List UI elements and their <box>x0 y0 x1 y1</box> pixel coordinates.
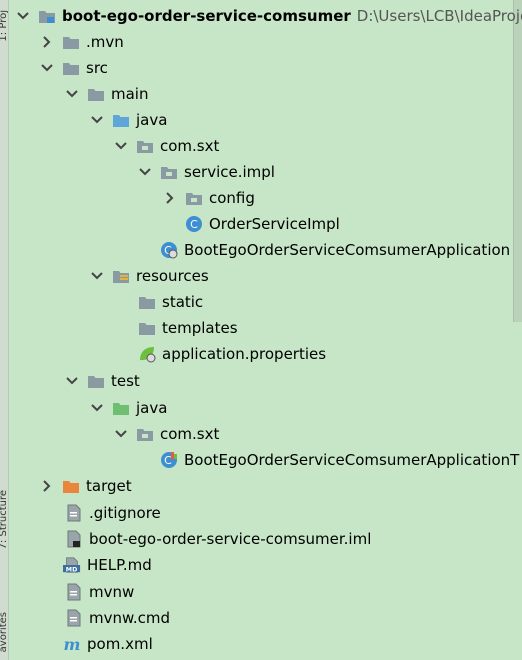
tree-item-label: application.properties <box>162 345 327 363</box>
svg-text:C: C <box>190 218 198 231</box>
vertical-scrollbar[interactable] <box>513 0 522 322</box>
tree-item-label: .gitignore <box>89 504 161 522</box>
tree-row-class[interactable]: C BootEgoOrderServiceComsumerApplication <box>160 237 510 263</box>
tree-item-label: BootEgoOrderServiceComsumerApplication <box>184 241 511 259</box>
tree-item-label: com.sxt <box>160 425 220 443</box>
tree-row-root[interactable]: boot-ego-order-service-comsumer D:\Users… <box>16 3 522 29</box>
package-icon <box>136 137 154 155</box>
text-file-icon <box>65 504 83 522</box>
tree-row-src[interactable]: src <box>40 55 108 81</box>
resources-folder-icon <box>112 267 130 285</box>
package-icon <box>160 163 178 181</box>
tool-window-strip: 1: Proj 7: Structure avorites <box>0 0 9 660</box>
tree-item-label: templates <box>162 319 238 337</box>
chevron-down-icon[interactable] <box>90 269 104 283</box>
tree-row-file[interactable]: MD HELP.md <box>63 552 152 578</box>
test-source-folder-icon <box>112 399 130 417</box>
tree-item-label: pom.xml <box>87 635 153 653</box>
tree-item-label: mvnw <box>89 583 135 601</box>
tree-item-label: mvnw.cmd <box>89 609 171 627</box>
tree-row-resources[interactable]: resources <box>90 263 209 289</box>
tree-item-label: test <box>111 372 140 390</box>
tree-row-package[interactable]: service.impl <box>138 159 275 185</box>
folder-icon <box>87 85 105 103</box>
folder-icon <box>62 59 80 77</box>
tree-row-test-java[interactable]: java <box>90 395 167 421</box>
module-file-icon <box>65 530 83 548</box>
folder-icon <box>87 372 105 390</box>
source-folder-icon <box>112 111 130 129</box>
tree-row-file[interactable]: mvnw <box>65 579 134 605</box>
tree-item-label: service.impl <box>184 163 275 181</box>
tree-item-label: com.sxt <box>160 137 220 155</box>
tree-item-label: OrderServiceImpl <box>209 215 340 233</box>
maven-icon: m <box>63 635 81 653</box>
tree-row-mvn[interactable]: .mvn <box>40 29 124 55</box>
project-tool-tab[interactable]: 1: Proj <box>0 10 9 42</box>
tree-row-package[interactable]: config <box>163 185 255 211</box>
chevron-down-icon[interactable] <box>65 374 79 388</box>
folder-icon <box>62 33 80 51</box>
tree-item-label: HELP.md <box>87 556 152 574</box>
chevron-right-icon[interactable] <box>163 191 177 205</box>
chevron-right-icon[interactable] <box>40 479 54 493</box>
class-icon: C <box>185 215 203 233</box>
folder-icon <box>138 319 156 337</box>
chevron-down-icon[interactable] <box>90 401 104 415</box>
tree-row-folder[interactable]: templates <box>138 315 238 341</box>
package-icon <box>185 189 203 207</box>
tree-item-label: java <box>136 399 168 417</box>
chevron-down-icon[interactable] <box>65 87 79 101</box>
tree-item-label: BootEgoOrderServiceComsumerApplicationT <box>184 451 520 469</box>
tree-row-file[interactable]: application.properties <box>138 341 326 367</box>
spring-boot-class-icon: C <box>160 241 178 259</box>
tree-row-folder[interactable]: static <box>138 289 203 315</box>
svg-text:C: C <box>164 454 172 467</box>
svg-text:m: m <box>64 635 81 653</box>
chevron-down-icon[interactable] <box>138 165 152 179</box>
tree-row-file[interactable]: boot-ego-order-service-comsumer.iml <box>65 526 371 552</box>
spring-leaf-icon <box>138 345 156 363</box>
chevron-down-icon[interactable] <box>16 9 30 23</box>
svg-text:MD: MD <box>66 566 78 573</box>
tree-item-label: main <box>111 85 149 103</box>
text-file-icon <box>65 583 83 601</box>
tree-row-package[interactable]: com.sxt <box>114 421 219 447</box>
favorites-tool-tab[interactable]: avorites <box>0 612 9 652</box>
tree-item-label: .mvn <box>86 33 124 51</box>
tree-row-file[interactable]: .gitignore <box>65 500 161 526</box>
chevron-down-icon[interactable] <box>40 61 54 75</box>
tree-item-label: target <box>86 477 132 495</box>
chevron-right-icon[interactable] <box>40 35 54 49</box>
tree-item-label: src <box>86 59 108 77</box>
tree-row-file[interactable]: m pom.xml <box>63 631 153 657</box>
project-name: boot-ego-order-service-comsumer <box>62 7 351 25</box>
tree-row-file[interactable]: mvnw.cmd <box>65 605 170 631</box>
test-class-icon: C <box>160 451 178 469</box>
tree-item-label: java <box>136 111 168 129</box>
tree-row-test[interactable]: test <box>65 368 140 394</box>
text-file-icon <box>65 609 83 627</box>
tree-row-java[interactable]: java <box>90 107 167 133</box>
folder-icon <box>138 293 156 311</box>
module-folder-icon <box>38 7 56 25</box>
excluded-folder-icon <box>62 477 80 495</box>
chevron-down-icon[interactable] <box>90 113 104 127</box>
chevron-down-icon[interactable] <box>114 139 128 153</box>
tree-item-label: static <box>162 293 204 311</box>
tree-row-target[interactable]: target <box>40 473 132 499</box>
tree-row-package[interactable]: com.sxt <box>114 133 219 159</box>
project-path: D:\Users\LCB\IdeaProject <box>356 7 522 25</box>
tree-item-label: boot-ego-order-service-comsumer.iml <box>89 530 372 548</box>
tree-row-test-class[interactable]: C BootEgoOrderServiceComsumerApplication… <box>160 447 519 473</box>
structure-tool-tab[interactable]: 7: Structure <box>0 490 9 549</box>
tree-item-label: config <box>209 189 255 207</box>
markdown-file-icon: MD <box>63 556 81 574</box>
chevron-down-icon[interactable] <box>114 427 128 441</box>
tree-item-label: resources <box>136 267 209 285</box>
package-icon <box>136 425 154 443</box>
tree-row-main[interactable]: main <box>65 81 148 107</box>
tree-row-class[interactable]: C OrderServiceImpl <box>185 211 340 237</box>
